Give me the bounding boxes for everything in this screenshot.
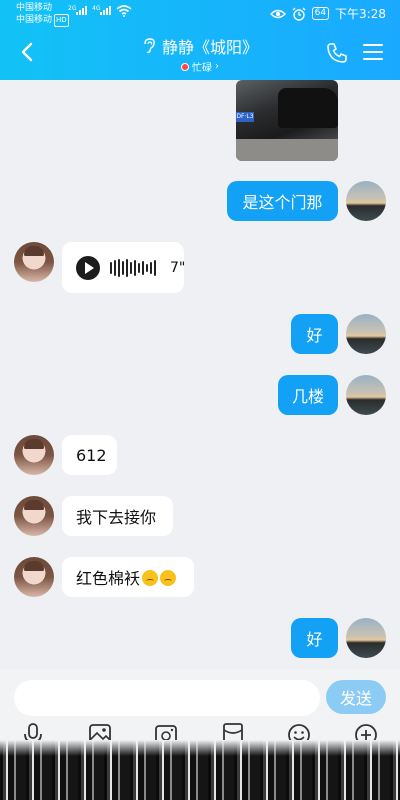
chat-header: 中国移动 中国移动 HD 2G 4G 64 下午3:28 静静《城阳》 忙碌 › (0, 0, 400, 80)
image-message[interactable]: DF·L3 (236, 80, 338, 161)
status-bar: 中国移动 中国移动 HD 2G 4G 64 下午3:28 (0, 0, 400, 28)
message-bubble-outgoing[interactable]: 好 (291, 314, 338, 354)
message-bubble-outgoing[interactable]: 好 (291, 618, 338, 658)
message-bubble-outgoing[interactable]: 几楼 (278, 375, 338, 415)
my-avatar[interactable] (346, 618, 386, 658)
contact-avatar[interactable] (14, 557, 54, 597)
car-shape (278, 88, 338, 128)
my-avatar[interactable] (346, 314, 386, 354)
contact-avatar[interactable] (14, 435, 54, 475)
message-bubble-incoming[interactable]: 612 (62, 435, 117, 475)
ground-shape (236, 139, 338, 161)
contact-name: 静静《城阳》 (161, 38, 258, 57)
send-button[interactable]: 发送 (326, 680, 386, 714)
contact-avatar[interactable] (14, 242, 54, 282)
presence-label: 忙碌 (192, 63, 212, 74)
license-plate-shape: DF·L3 (236, 112, 254, 122)
my-avatar[interactable] (346, 181, 386, 221)
my-avatar[interactable] (346, 375, 386, 415)
message-input[interactable] (14, 680, 320, 716)
message-text: 612 (76, 445, 107, 465)
message-bubble-incoming[interactable]: 我下去接你 (62, 496, 173, 536)
signal-icon-1 (76, 6, 87, 15)
presence-status[interactable]: 忙碌 › (110, 59, 290, 74)
sweat-smile-emoji-icon (142, 570, 159, 586)
nav-bar: 静静《城阳》 忙碌 › (0, 28, 400, 80)
message-text: 红色棉袄 (76, 569, 141, 588)
contact-title-area[interactable]: 静静《城阳》 忙碌 › (110, 34, 290, 74)
battery-icon: 64 (311, 7, 330, 20)
voice-duration: 7" (170, 259, 186, 276)
message-text: 好 (306, 630, 323, 649)
menu-icon[interactable] (362, 42, 384, 62)
message-bubble-incoming[interactable]: 红色棉袄 (62, 557, 194, 597)
chevron-right-icon: › (215, 61, 219, 72)
message-text: 是这个门那 (242, 193, 323, 212)
carrier-info: 中国移动 中国移动 HD (16, 3, 69, 27)
clock: 下午3:28 (335, 7, 386, 21)
back-arrow-icon[interactable] (16, 38, 40, 66)
signal-icon-2 (100, 6, 111, 15)
phone-call-icon[interactable] (326, 42, 348, 64)
carrier-2: 中国移动 (16, 15, 53, 25)
rendering-artifact-fade (0, 740, 400, 756)
carrier-1: 中国移动 (16, 3, 53, 13)
sweat-smile-emoji-icon (160, 570, 177, 586)
hd-badge: HD (54, 14, 69, 27)
message-bubble-outgoing[interactable]: 是这个门那 (227, 181, 338, 221)
alarm-icon (292, 7, 306, 21)
message-text: 几楼 (291, 387, 324, 406)
voice-message[interactable]: 7" (62, 242, 186, 293)
contact-avatar[interactable] (14, 496, 54, 536)
play-icon[interactable] (76, 255, 100, 280)
message-text: 我下去接你 (76, 508, 157, 527)
message-text: 好 (306, 326, 323, 345)
busy-status-icon (181, 62, 189, 71)
waveform-icon (110, 258, 156, 278)
eye-icon (269, 9, 286, 18)
ear-icon (144, 38, 155, 54)
wifi-icon (116, 5, 132, 17)
status-right: 64 下午3:28 (269, 5, 386, 22)
